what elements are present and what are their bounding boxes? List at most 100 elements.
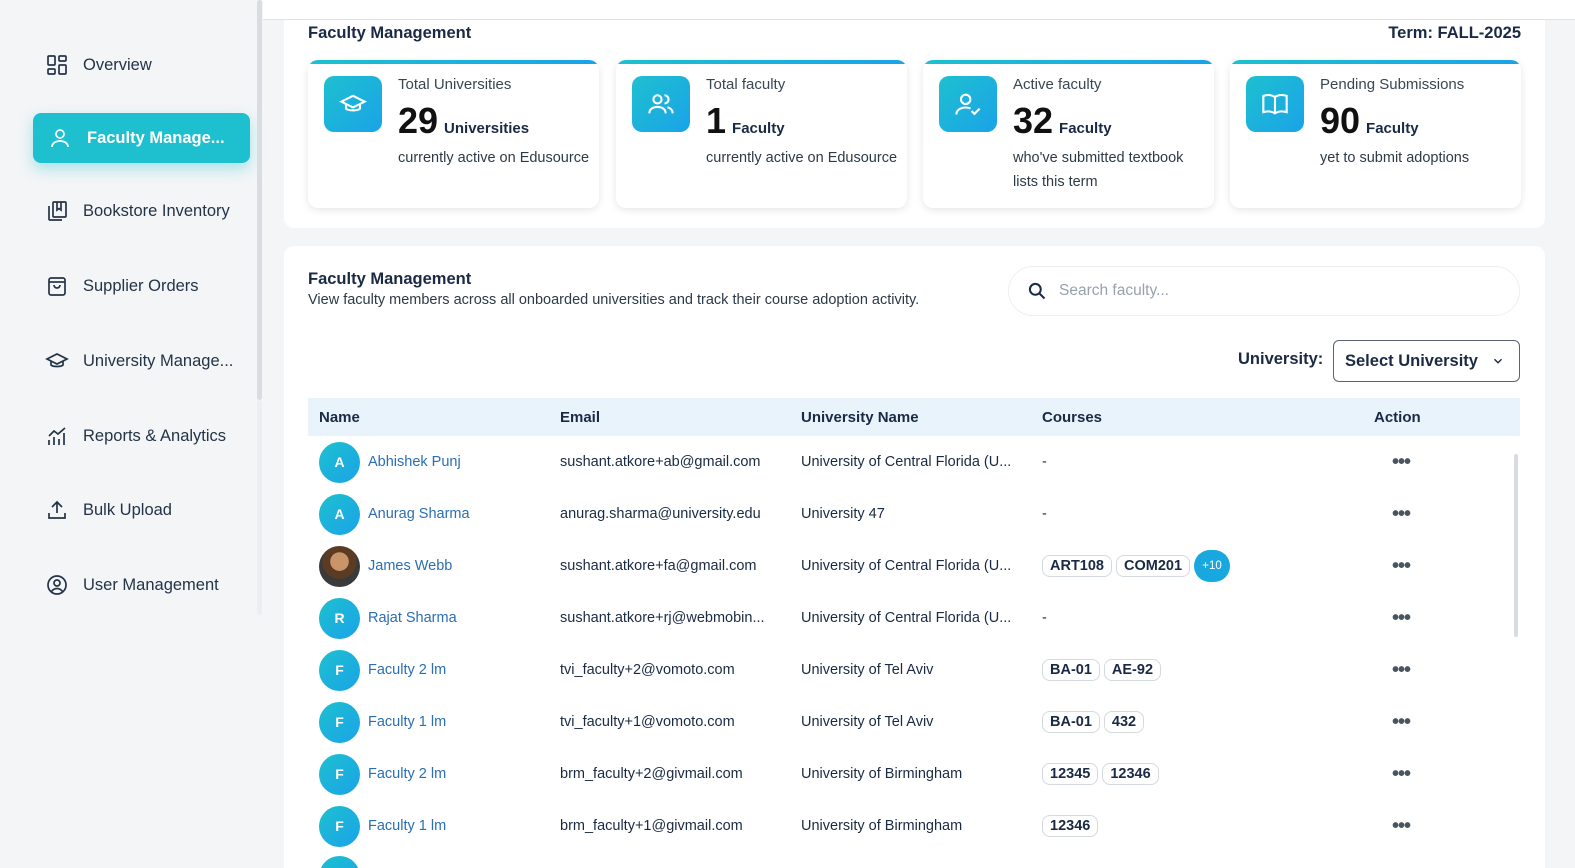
stat-value: 32 Faculty: [1013, 100, 1112, 142]
stat-description: currently active on Edusource: [398, 150, 590, 166]
sidebar-item-bulk-upload[interactable]: Bulk Upload: [33, 485, 250, 535]
avatar: [319, 856, 360, 868]
university-select-value: Select University: [1345, 351, 1478, 370]
stat-label: Active faculty: [1013, 76, 1102, 93]
faculty-email: anurag.sharma@university.edu: [560, 506, 761, 522]
column-header-email: Email: [560, 408, 601, 426]
more-actions-button[interactable]: •••: [1374, 451, 1411, 473]
sidebar-item-university-management[interactable]: University Manage...: [33, 336, 250, 386]
user-check-icon: [939, 76, 997, 132]
faculty-email: tvi_faculty+1@vomoto.com: [560, 714, 735, 730]
sidebar-item-supplier-orders[interactable]: Supplier Orders: [33, 261, 250, 311]
list-subtitle: View faculty members across all onboarde…: [308, 292, 920, 308]
avatar: F: [319, 649, 360, 691]
avatar: F: [319, 753, 360, 795]
stat-label: Total faculty: [706, 76, 786, 93]
course-chip: ART108: [1042, 554, 1112, 577]
course-chip: 12346: [1042, 815, 1099, 837]
table-row: F Faculty 1 lm brm_faculty+1@givmail.com …: [308, 800, 1520, 852]
chart-icon: [48, 427, 66, 445]
avatar: A: [319, 441, 360, 483]
table-row: James Webb sushant.atkore+fa@gmail.com U…: [308, 540, 1520, 592]
user-icon: [51, 129, 69, 148]
university-filter-label: University:: [1238, 350, 1324, 368]
stat-unit: Faculty: [1059, 120, 1112, 137]
avatar: A: [319, 493, 360, 535]
avatar: F: [319, 701, 360, 743]
stat-number: 90: [1320, 100, 1361, 141]
more-actions-button[interactable]: •••: [1374, 607, 1411, 629]
sidebar-item-label: Faculty Manage...: [87, 128, 225, 147]
faculty-name-link[interactable]: Faculty 1 lm: [368, 714, 446, 730]
sidebar-item-reports-analytics[interactable]: Reports & Analytics: [33, 411, 250, 461]
upload-icon: [48, 500, 66, 519]
university-select[interactable]: Select University: [1333, 340, 1520, 382]
more-actions-button[interactable]: •••: [1374, 659, 1411, 681]
faculty-university: University of Birmingham: [801, 766, 963, 782]
sidebar-item-overview[interactable]: Overview: [33, 40, 250, 90]
sidebar-scroll-track: [257, 400, 262, 615]
table-scrollbar[interactable]: [1514, 454, 1518, 637]
books-icon: [48, 201, 67, 221]
stat-unit: Universities: [444, 120, 530, 137]
stat-description: yet to submit adoptions: [1320, 150, 1470, 166]
faculty-email: brm_faculty+1@givmail.com: [560, 818, 743, 834]
term-indicator: Term: FALL-2025: [1388, 24, 1521, 43]
faculty-university: University of Central Florida (U...: [801, 610, 1012, 626]
more-actions-button[interactable]: •••: [1374, 815, 1411, 837]
table-row: R Rajat Sharma sushant.atkore+rj@webmobin…: [308, 592, 1520, 644]
avatar: F: [319, 805, 360, 847]
faculty-courses-empty: -: [1042, 506, 1047, 522]
term-value: FALL-2025: [1437, 24, 1521, 42]
more-actions-button[interactable]: •••: [1374, 763, 1411, 785]
avatar-photo: [319, 545, 360, 587]
faculty-list-panel: Faculty Management View faculty members …: [284, 246, 1545, 868]
stat-card-pending-submissions: Pending Submissions 90 Faculty yet to su…: [1230, 60, 1521, 208]
table-row: A Abhishek Punj sushant.atkore+ab@gmail.c…: [308, 436, 1520, 488]
column-header-courses: Courses: [1042, 408, 1103, 426]
faculty-email: sushant.atkore+ab@gmail.com: [560, 454, 761, 470]
more-actions-button[interactable]: •••: [1374, 711, 1411, 733]
sidebar-item-label: Supplier Orders: [83, 276, 199, 295]
faculty-name-link[interactable]: Faculty 2 lm: [368, 662, 446, 678]
sidebar-item-label: University Manage...: [83, 351, 234, 370]
top-bar: [263, 0, 1575, 20]
avatar: R: [319, 597, 360, 639]
sidebar-item-user-management[interactable]: User Management: [33, 560, 250, 610]
faculty-university: University of Central Florida (U...: [801, 454, 1012, 470]
stat-description: who've submitted textbook lists this ter…: [1013, 150, 1184, 190]
section-title: Faculty Management: [308, 24, 472, 42]
faculty-name-link[interactable]: Anurag Sharma: [368, 506, 470, 522]
search-icon: [1028, 282, 1046, 300]
faculty-name-link[interactable]: Faculty 1 lm: [368, 818, 446, 834]
stat-unit: Faculty: [1366, 120, 1419, 137]
user-circle-icon: [47, 575, 67, 595]
sidebar-item-label: Reports & Analytics: [83, 426, 227, 445]
faculty-name-link[interactable]: Abhishek Punj: [368, 454, 461, 470]
course-chip: AE-92: [1103, 659, 1162, 681]
sidebar-item-label: Bulk Upload: [83, 500, 172, 519]
sidebar-item-faculty-management[interactable]: Faculty Manage...: [33, 113, 250, 163]
course-chip: COM201: [1116, 554, 1191, 577]
graduation-cap-icon: [324, 76, 382, 132]
sidebar-scrollbar[interactable]: [257, 0, 262, 400]
faculty-university: University of Central Florida (U...: [801, 558, 1012, 574]
stat-card-total-universities: Total Universities 29 Universities curre…: [308, 60, 599, 208]
faculty-name-link[interactable]: Faculty 2 lm: [368, 766, 446, 782]
faculty-name-link[interactable]: James Webb: [368, 558, 452, 574]
sidebar-item-label: User Management: [83, 575, 219, 594]
faculty-university: University of Tel Aviv: [801, 714, 934, 730]
more-courses-badge[interactable]: +10: [1194, 550, 1231, 582]
course-chip: 432: [1103, 711, 1145, 733]
stat-value: 29 Universities: [398, 100, 529, 142]
search-input[interactable]: [1059, 282, 1479, 300]
faculty-courses-empty: -: [1042, 610, 1047, 626]
faculty-name-link[interactable]: Rajat Sharma: [368, 610, 457, 626]
more-actions-button[interactable]: •••: [1374, 555, 1411, 577]
search-box[interactable]: [1008, 266, 1520, 316]
more-actions-button[interactable]: •••: [1374, 503, 1411, 525]
stat-number: 1: [706, 100, 727, 141]
faculty-university: University of Tel Aviv: [801, 662, 934, 678]
course-chip: 12345: [1042, 763, 1099, 785]
sidebar-item-bookstore-inventory[interactable]: Bookstore Inventory: [33, 186, 250, 236]
